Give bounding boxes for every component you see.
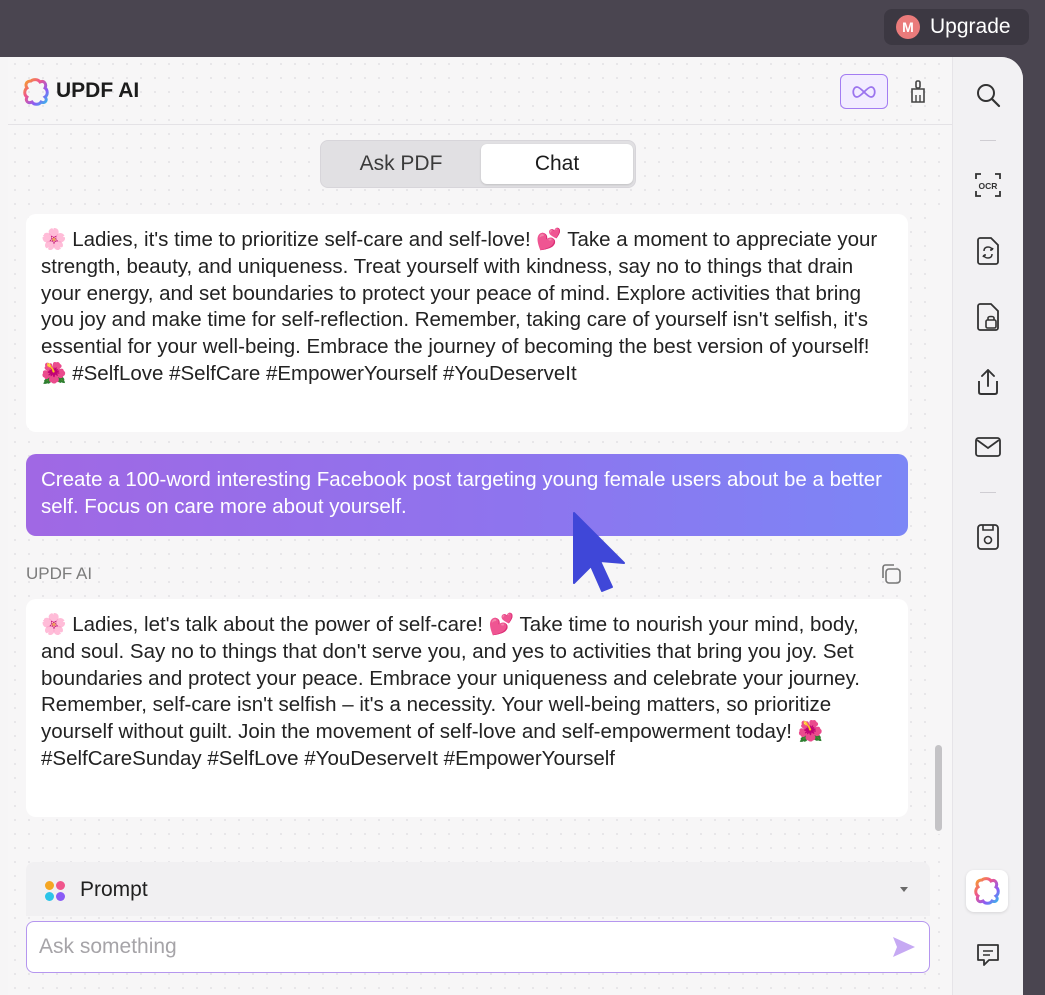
mail-icon[interactable] [974, 433, 1002, 461]
tab-ask-pdf[interactable]: Ask PDF [325, 144, 477, 184]
convert-icon[interactable] [974, 237, 1002, 265]
search-icon[interactable] [974, 81, 1002, 109]
ocr-icon[interactable]: OCR [974, 171, 1002, 199]
toolbar-divider [980, 140, 996, 141]
mode-tabs: Ask PDF Chat [320, 140, 636, 188]
clear-chat-button[interactable] [906, 77, 930, 107]
app-window: UPDF AI Ask PDF Chat 🌸 Ladies, it's time… [0, 57, 1023, 995]
right-toolbar: OCR [952, 57, 1023, 995]
chevron-down-icon [900, 887, 908, 892]
ask-input-box [26, 921, 930, 973]
updf-ai-logo-icon [22, 78, 50, 106]
ai-message: 🌸 Ladies, let's talk about the power of … [26, 599, 908, 817]
user-message: Create a 100-word interesting Facebook p… [26, 454, 908, 536]
share-icon[interactable] [974, 368, 1002, 396]
scrollbar-thumb[interactable] [935, 745, 942, 831]
avatar: M [896, 15, 920, 39]
prompt-label: Prompt [80, 878, 148, 901]
title-bar: M Upgrade [0, 0, 1045, 57]
ai-chat-panel: UPDF AI Ask PDF Chat 🌸 Ladies, it's time… [8, 57, 952, 995]
send-icon [891, 935, 917, 959]
copy-button[interactable] [879, 562, 903, 586]
panel-header: UPDF AI [8, 57, 952, 125]
send-button[interactable] [891, 935, 917, 959]
page-title: UPDF AI [56, 79, 140, 102]
ask-input[interactable] [39, 932, 869, 962]
toolbar-divider [980, 492, 996, 493]
prompt-selector[interactable]: Prompt [26, 862, 930, 916]
protect-icon[interactable] [974, 303, 1002, 331]
prompt-icon [44, 880, 66, 902]
tab-chat[interactable]: Chat [481, 144, 633, 184]
updf-ai-icon [973, 877, 1001, 905]
mouse-cursor-icon [564, 509, 628, 593]
broom-icon [909, 80, 927, 104]
updf-ai-button[interactable] [966, 870, 1008, 912]
infinity-icon [850, 85, 878, 99]
chat-scrollbar[interactable] [930, 212, 944, 834]
unlimited-mode-button[interactable] [840, 74, 888, 109]
copy-icon [879, 562, 903, 586]
upgrade-label: Upgrade [930, 15, 1011, 38]
save-icon[interactable] [974, 523, 1002, 551]
upgrade-button[interactable]: M Upgrade [884, 9, 1029, 45]
ai-message: 🌸 Ladies, it's time to prioritize self-c… [26, 214, 908, 432]
ocr-icon-text: OCR [979, 181, 998, 191]
ai-sender-label: UPDF AI [26, 564, 93, 583]
comment-icon[interactable] [974, 941, 1002, 969]
